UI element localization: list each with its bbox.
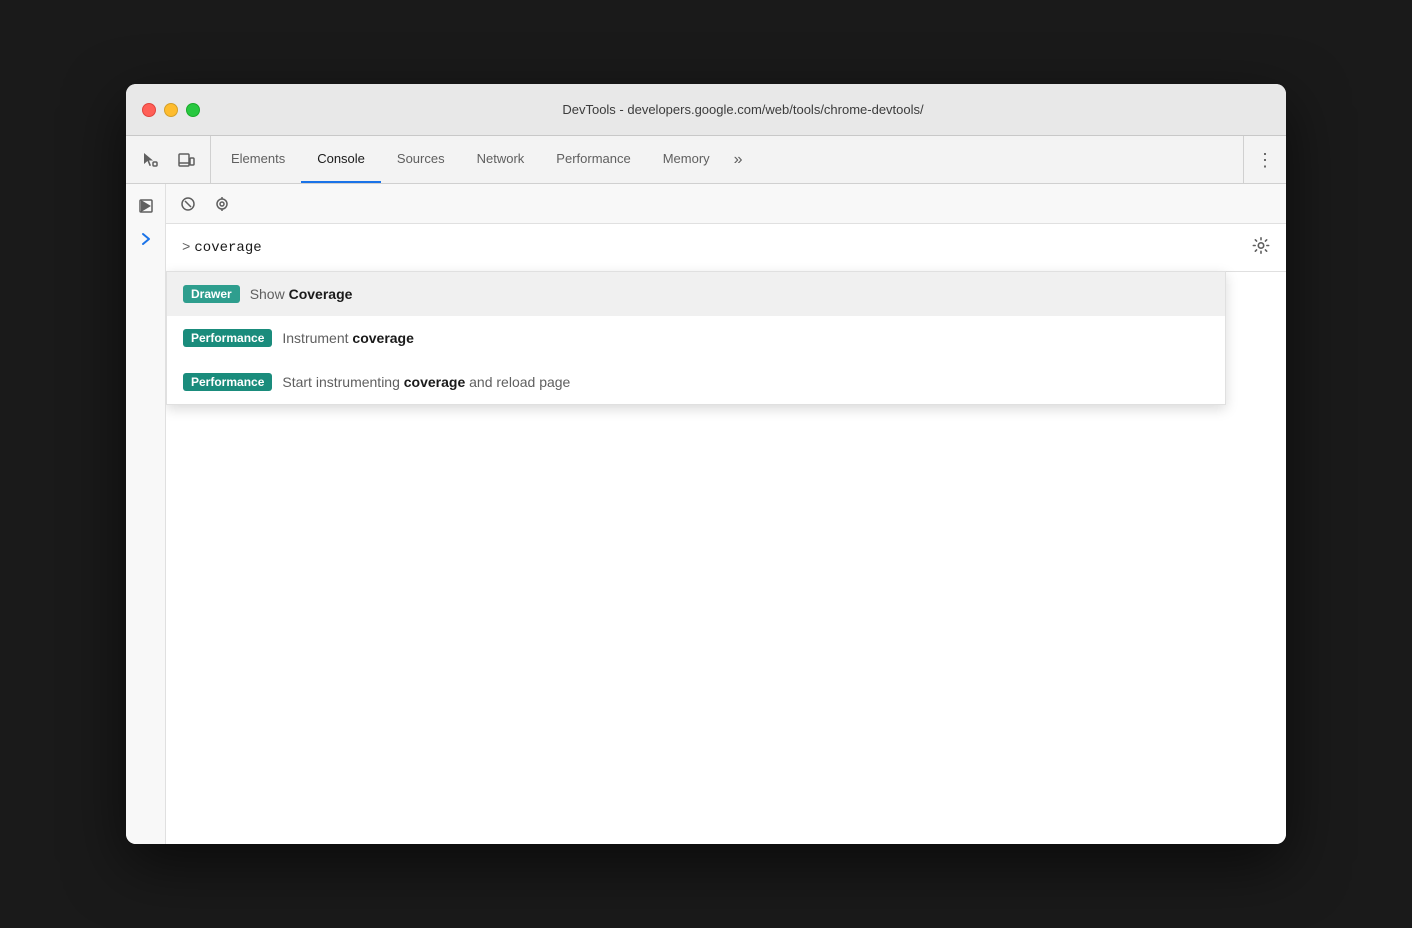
main-content: > Drawer Show Coverage xyxy=(126,184,1286,844)
clear-icon xyxy=(180,196,196,212)
maximize-button[interactable] xyxy=(186,103,200,117)
tab-performance[interactable]: Performance xyxy=(540,136,646,183)
filter-icon xyxy=(214,196,230,212)
devtools-window: DevTools - developers.google.com/web/too… xyxy=(126,84,1286,844)
autocomplete-text-2: Start instrumenting coverage and reload … xyxy=(282,374,570,390)
tab-elements[interactable]: Elements xyxy=(215,136,301,183)
inspect-element-button[interactable] xyxy=(134,144,166,176)
gear-icon xyxy=(1252,236,1270,254)
tab-network[interactable]: Network xyxy=(461,136,541,183)
clear-console-button[interactable] xyxy=(174,190,202,218)
autocomplete-item-0[interactable]: Drawer Show Coverage xyxy=(167,272,1225,316)
cursor-icon xyxy=(141,151,159,169)
close-button[interactable] xyxy=(142,103,156,117)
console-input-area: > Drawer Show Coverage xyxy=(166,224,1286,272)
console-area: > Drawer Show Coverage xyxy=(166,184,1286,844)
autocomplete-text-0: Show Coverage xyxy=(250,286,353,302)
tabs-container: Elements Console Sources Network Perform… xyxy=(211,136,1243,183)
devtools-toolbar: Elements Console Sources Network Perform… xyxy=(126,136,1286,184)
console-prompt: > xyxy=(182,240,190,256)
customize-menu-button[interactable]: ⋮ xyxy=(1256,151,1274,169)
window-title: DevTools - developers.google.com/web/too… xyxy=(216,102,1270,117)
traffic-lights xyxy=(142,103,200,117)
toolbar-left xyxy=(126,136,211,183)
autocomplete-text-1: Instrument coverage xyxy=(282,330,414,346)
minimize-button[interactable] xyxy=(164,103,178,117)
badge-performance-2: Performance xyxy=(183,373,272,391)
settings-button[interactable] xyxy=(1252,236,1270,259)
sidebar-expand-button[interactable] xyxy=(139,232,153,249)
toolbar-right: ⋮ xyxy=(1243,136,1286,183)
device-icon xyxy=(177,151,195,169)
play-icon xyxy=(138,198,154,214)
title-bar: DevTools - developers.google.com/web/too… xyxy=(126,84,1286,136)
device-toggle-button[interactable] xyxy=(170,144,202,176)
more-tabs-button[interactable]: » xyxy=(726,136,751,183)
console-input[interactable] xyxy=(194,240,1270,256)
tab-console[interactable]: Console xyxy=(301,136,381,183)
chevron-right-icon xyxy=(139,232,153,246)
filter-button[interactable] xyxy=(208,190,236,218)
autocomplete-item-2[interactable]: Performance Start instrumenting coverage… xyxy=(167,360,1225,404)
autocomplete-item-1[interactable]: Performance Instrument coverage xyxy=(167,316,1225,360)
run-snippet-button[interactable] xyxy=(132,192,160,220)
tab-sources[interactable]: Sources xyxy=(381,136,461,183)
autocomplete-dropdown: Drawer Show Coverage Performance Instrum… xyxy=(166,271,1226,405)
sidebar xyxy=(126,184,166,844)
console-toolbar xyxy=(166,184,1286,224)
badge-performance-1: Performance xyxy=(183,329,272,347)
tab-memory[interactable]: Memory xyxy=(647,136,726,183)
badge-drawer-0: Drawer xyxy=(183,285,240,303)
settings-area xyxy=(1252,236,1270,259)
